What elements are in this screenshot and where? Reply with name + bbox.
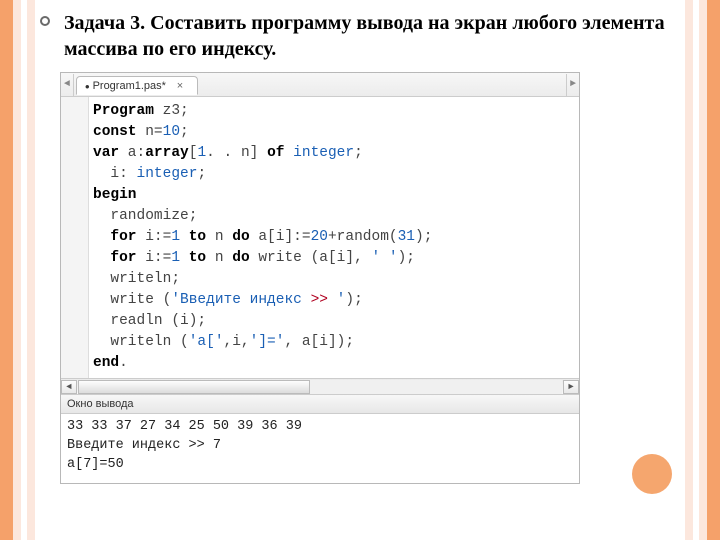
tab-modified-icon: • bbox=[85, 80, 90, 93]
decor-stripe bbox=[27, 0, 35, 540]
decor-stripe bbox=[707, 0, 720, 540]
tab-scroll-right[interactable]: ► bbox=[566, 74, 579, 96]
bullet-icon bbox=[40, 16, 50, 26]
decor-stripe bbox=[693, 0, 699, 540]
task-number: Задача 3. bbox=[64, 12, 145, 34]
tab-scroll-left[interactable]: ◄ bbox=[61, 74, 74, 96]
output-panel-title: Окно вывода bbox=[61, 394, 579, 414]
scroll-left-icon[interactable]: ◄ bbox=[61, 380, 77, 394]
task-heading: Задача 3. Составить программу вывода на … bbox=[40, 10, 680, 62]
code-content[interactable]: Program z3; const n=10; var a:array[1. .… bbox=[89, 97, 579, 378]
scroll-thumb[interactable] bbox=[78, 380, 310, 394]
decor-stripe bbox=[699, 0, 707, 540]
horizontal-scrollbar[interactable]: ◄ ► bbox=[61, 378, 579, 394]
tab-label: Program1.pas* bbox=[93, 80, 166, 92]
decor-stripe bbox=[13, 0, 21, 540]
output-line: Введите индекс >> 7 bbox=[67, 438, 221, 453]
scroll-right-icon[interactable]: ► bbox=[563, 380, 579, 394]
gutter bbox=[61, 97, 89, 378]
output-line: a[7]=50 bbox=[67, 457, 124, 472]
code-editor[interactable]: Program z3; const n=10; var a:array[1. .… bbox=[61, 97, 579, 378]
tab-bar: ◄ • Program1.pas* × ► bbox=[61, 73, 579, 97]
output-panel: 33 33 37 27 34 25 50 39 36 39 Введите ин… bbox=[61, 414, 579, 483]
tab-close-icon[interactable]: × bbox=[173, 79, 187, 93]
scroll-track[interactable] bbox=[78, 380, 562, 394]
decor-circle bbox=[632, 454, 672, 494]
task-text: Составить программу вывода на экран любо… bbox=[64, 12, 665, 60]
output-line: 33 33 37 27 34 25 50 39 36 39 bbox=[67, 419, 302, 434]
ide-window: ◄ • Program1.pas* × ► Program z3; const … bbox=[60, 72, 580, 484]
decor-stripe bbox=[0, 0, 13, 540]
tab-program1[interactable]: • Program1.pas* × bbox=[76, 76, 198, 95]
decor-stripe bbox=[685, 0, 693, 540]
